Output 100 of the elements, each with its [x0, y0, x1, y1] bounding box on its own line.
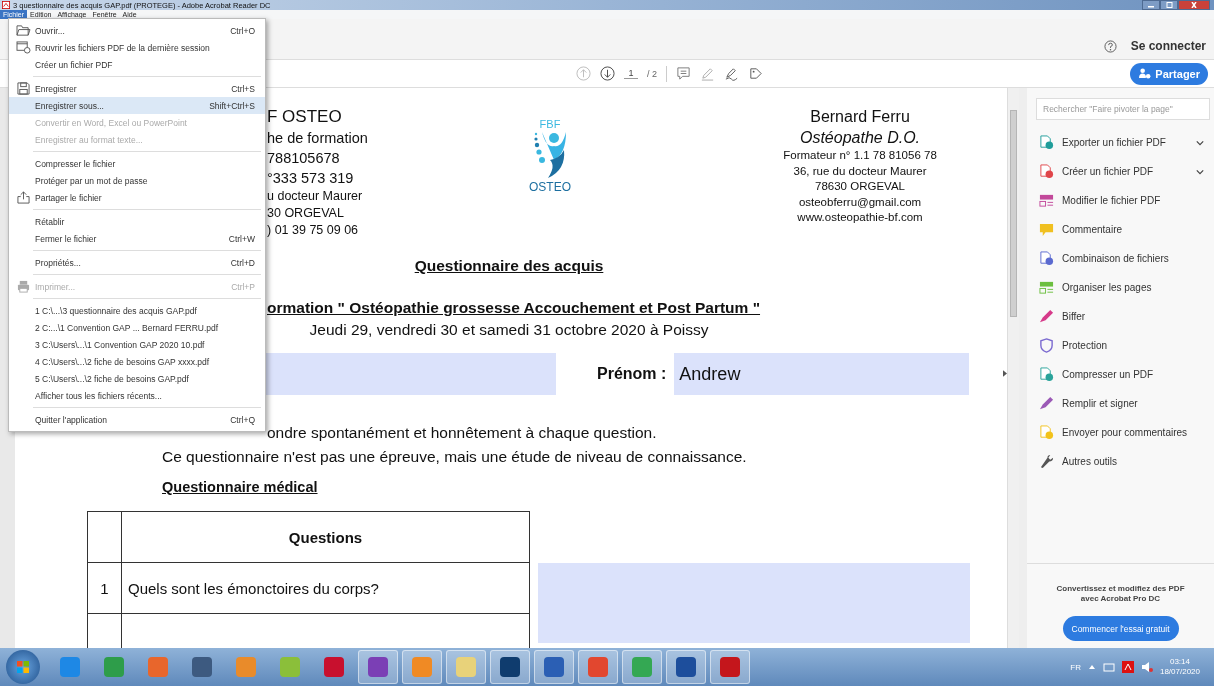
network-icon[interactable]: [1102, 662, 1115, 672]
document-heading: Questionnaire des acquis: [414, 257, 604, 275]
tool-item[interactable]: Modifier le fichier PDF: [1027, 186, 1214, 215]
letterhead-line: www.osteopathie-bf.com: [796, 210, 924, 225]
menu-item[interactable]: Afficher tous les fichiers récents...: [9, 387, 265, 404]
folder-icon: [15, 24, 31, 37]
letterhead-line: F OSTEO: [267, 106, 343, 128]
tool-item[interactable]: Créer un fichier PDF: [1027, 157, 1214, 186]
minimize-button[interactable]: [1142, 0, 1160, 10]
clock-time: 03:14: [1169, 657, 1190, 667]
help-icon[interactable]: [1103, 40, 1117, 53]
first-name-field[interactable]: Andrew: [674, 353, 970, 395]
menu-item[interactable]: 2 C:...\1 Convention GAP ... Bernard FERRU.pdf: [9, 319, 265, 336]
menu-item[interactable]: 1 C:\...\3 questionnaire des acquis GAP.pdf: [9, 302, 265, 319]
first-name-label: Prénom :: [597, 365, 667, 383]
shortcut-label: Ctrl+S: [231, 83, 255, 94]
shortcut-label: Ctrl+W: [228, 233, 255, 244]
menu-item[interactable]: Rouvrir les fichiers PDF de la dernière session: [9, 39, 265, 56]
speaker-icon[interactable]: [1140, 661, 1153, 673]
taskbar-app[interactable]: [534, 650, 574, 684]
menu-item[interactable]: 5 C:\Users\...\2 fiche de besoins GAP.pdf: [9, 370, 265, 387]
printer-icon: [16, 280, 30, 293]
letterhead-line: 30 ORGEVAL: [267, 205, 345, 222]
author-name: Bernard Ferru: [809, 107, 911, 127]
menu-item[interactable]: Enregistrer Ctrl+S: [9, 80, 265, 97]
menu-item[interactable]: Propriétés... Ctrl+D: [9, 254, 265, 271]
menu-item[interactable]: Rétablir: [9, 213, 265, 230]
letterhead-line: 36, rue du docteur Maurer: [792, 163, 928, 179]
menu-item[interactable]: Fermer le fichier Ctrl+W: [9, 230, 265, 247]
close-button[interactable]: [1178, 0, 1210, 10]
menu-item[interactable]: Quitter l'application Ctrl+Q: [9, 411, 265, 428]
section-heading: Questionnaire médical: [162, 479, 319, 495]
tool-item[interactable]: Commentaire: [1027, 215, 1214, 244]
letterhead-line: osteobferru@gmail.com: [797, 194, 923, 210]
tool-item[interactable]: Compresser un PDF: [1027, 360, 1214, 389]
shortcut-label: Ctrl+P: [231, 281, 255, 292]
letterhead-line: u docteur Maurer: [267, 188, 364, 205]
letterhead-line: 78630 ORGEVAL: [814, 179, 906, 194]
tool-item[interactable]: Remplir et signer: [1027, 389, 1214, 418]
shortcut-label: Ctrl+Q: [230, 414, 255, 425]
instruction-text: ondre spontanément et honnêtement à chaque question.: [267, 423, 658, 443]
menu-item[interactable]: Enregistrer sous... Shift+Ctrl+S: [9, 97, 265, 114]
instruction-text: Ce questionnaire n'est pas une épreuve, mais une étude de niveau de connaissance.: [162, 447, 748, 467]
page-count: / 2: [647, 68, 657, 79]
close-icon: [1189, 2, 1199, 8]
window-refresh-icon: [15, 41, 31, 54]
shortcut-label: Ctrl+D: [230, 257, 255, 268]
page-number-field[interactable]: 1: [624, 68, 638, 79]
promo-text: Convertissez et modifiez des PDF avec Acrobat Pro DC: [1055, 584, 1186, 604]
menu-item[interactable]: Créer un fichier PDF: [9, 56, 265, 73]
caret-up-icon[interactable]: [1087, 664, 1096, 670]
tool-item[interactable]: Exporter un fichier PDF: [1027, 128, 1214, 157]
sign-icon[interactable]: [724, 66, 739, 81]
shortcut-label: Ctrl+O: [230, 25, 255, 36]
pdf-tray-icon[interactable]: [1121, 661, 1134, 673]
tool-item[interactable]: Autres outils: [1027, 447, 1214, 476]
letterhead-line: °333 573 319: [267, 169, 355, 188]
scrollbar[interactable]: [1007, 88, 1019, 648]
save-icon: [16, 82, 30, 95]
pen-icon[interactable]: [700, 66, 715, 81]
share-button[interactable]: Partager: [1130, 62, 1208, 85]
tool-item[interactable]: Organiser les pages: [1027, 273, 1214, 302]
chevron-down-icon[interactable]: [1196, 168, 1204, 175]
free-trial-button[interactable]: Commencer l'essai gratuit: [1062, 616, 1179, 641]
menu-item[interactable]: Compresser le fichier: [9, 155, 265, 172]
tool-item[interactable]: Biffer: [1027, 302, 1214, 331]
letterhead-line: 788105678: [267, 149, 341, 168]
start-button[interactable]: [6, 650, 40, 684]
question-cell: Quels sont les émonctoires du corps?: [121, 563, 530, 613]
chevron-down-icon[interactable]: [1196, 139, 1204, 146]
name-field[interactable]: [266, 353, 556, 395]
sign-in-link[interactable]: Se connecter: [1130, 39, 1206, 53]
tool-item[interactable]: Envoyer pour commentaires: [1027, 418, 1214, 447]
menu-item[interactable]: 4 C:\Users\...\2 fiche de besoins GAP xxxx.pdf: [9, 353, 265, 370]
next-page-icon[interactable]: [600, 66, 615, 81]
course-dates: Jeudi 29, vendredi 30 et samedi 31 octobre 2020 à Poissy: [309, 321, 709, 339]
taskbar-app[interactable]: [490, 650, 530, 684]
stamp-icon[interactable]: [748, 66, 763, 81]
maximize-icon: [1164, 2, 1174, 8]
author-title: Ostéopathe D.O.: [798, 128, 922, 148]
comment-icon[interactable]: [676, 66, 691, 81]
menu-item[interactable]: Protéger par un mot de passe: [9, 172, 265, 189]
clock-date: 18/07/2020: [1159, 667, 1200, 677]
taskbar-app[interactable]: [358, 650, 398, 684]
menu-item[interactable]: Ouvrir... Ctrl+O: [9, 22, 265, 39]
tool-item[interactable]: Combinaison de fichiers: [1027, 244, 1214, 273]
letterhead-line: ) 01 39 75 09 06: [267, 222, 360, 239]
letterhead-line: Formateur n° 1.1 78 81056 78: [782, 148, 938, 163]
answer-field[interactable]: [538, 563, 970, 643]
tool-search-field[interactable]: Rechercher "Faire pivoter la page": [1036, 98, 1210, 120]
course-title: ormation " Ostéopathie grossesse Accouchement et Post Partum ": [267, 299, 762, 317]
logo-drawing: FBF OSTEO: [528, 118, 572, 196]
add-user-icon: [1138, 68, 1152, 79]
tool-item[interactable]: Protection: [1027, 331, 1214, 360]
menu-item[interactable]: Partager le fichier: [9, 189, 265, 206]
menu-item[interactable]: 3 C:\Users\...\1 Convention GAP 2020 10.pdf: [9, 336, 265, 353]
taskbar-app[interactable]: [710, 650, 750, 684]
taskbar-app[interactable]: [666, 650, 706, 684]
letterhead-line: he de formation: [267, 129, 369, 148]
share-icon: [16, 191, 30, 204]
